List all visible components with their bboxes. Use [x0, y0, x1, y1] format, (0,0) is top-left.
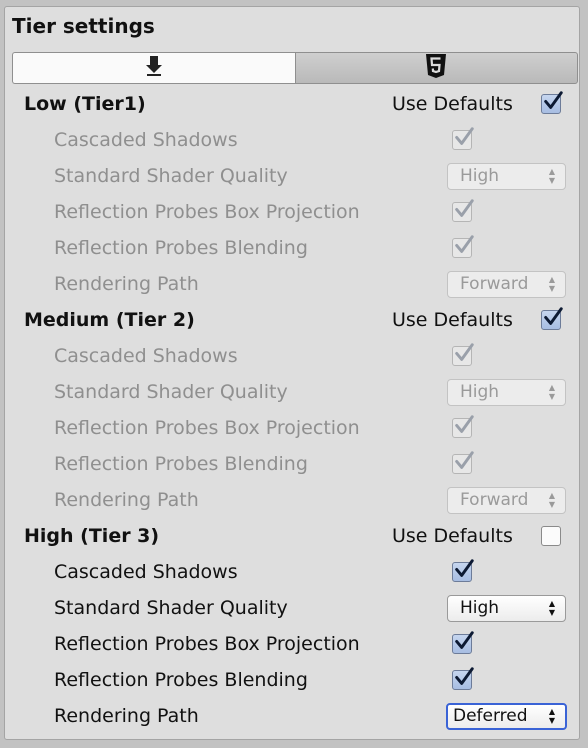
setting-row-rendering-path: Rendering Path Forward ▲ ▼: [0, 266, 576, 302]
updown-arrows-icon: ▲ ▼: [548, 275, 555, 293]
setting-label: Reflection Probes Blending: [54, 453, 308, 475]
box-projection-checkbox[interactable]: [450, 630, 475, 656]
checkmark-icon: [450, 342, 475, 368]
setting-label: Standard Shader Quality: [54, 381, 288, 403]
setting-row-box-projection: Reflection Probes Box Projection: [0, 194, 576, 230]
select-value: High: [460, 598, 500, 618]
setting-row-blending: Reflection Probes Blending: [0, 230, 576, 266]
blending-checkbox[interactable]: [450, 234, 475, 260]
platform-tabs: [12, 52, 578, 84]
setting-row-rendering-path: Rendering Path Forward ▲ ▼: [0, 482, 576, 518]
tier-header: Low (Tier1) Use Defaults: [0, 86, 576, 122]
rendering-path-select[interactable]: Forward ▲ ▼: [447, 270, 566, 298]
use-defaults-label: Use Defaults: [392, 309, 513, 331]
tier-header: Medium (Tier 2) Use Defaults: [0, 302, 576, 338]
tier-name: High (Tier 3): [24, 525, 160, 547]
panel-title: Tier settings: [12, 14, 155, 38]
select-value: High: [460, 382, 500, 402]
setting-label: Rendering Path: [54, 705, 199, 727]
updown-arrows-icon: ▲ ▼: [548, 167, 555, 185]
checkmark-icon: [450, 666, 475, 692]
setting-label: Cascaded Shadows: [54, 129, 238, 151]
box-projection-checkbox[interactable]: [450, 198, 475, 224]
setting-row-box-projection: Reflection Probes Box Projection: [0, 626, 576, 662]
tab-standalone[interactable]: [12, 52, 295, 84]
box-projection-checkbox[interactable]: [450, 414, 475, 440]
checkmark-icon: [539, 90, 564, 116]
updown-arrows-icon: ▲ ▼: [548, 383, 555, 401]
setting-row-blending: Reflection Probes Blending: [0, 446, 576, 482]
cascaded-shadows-checkbox[interactable]: [450, 342, 475, 368]
rendering-path-select[interactable]: Deferred ▲ ▼: [446, 702, 567, 730]
setting-label: Rendering Path: [54, 489, 199, 511]
setting-row-box-projection: Reflection Probes Box Projection: [0, 410, 576, 446]
updown-arrows-icon: ▲ ▼: [548, 707, 555, 725]
setting-row-cascaded-shadows: Cascaded Shadows: [0, 338, 576, 374]
setting-label: Reflection Probes Box Projection: [54, 201, 360, 223]
html5-icon: [425, 53, 447, 83]
use-defaults-checkbox[interactable]: [539, 90, 564, 116]
tab-webgl[interactable]: [294, 52, 578, 84]
setting-row-rendering-path: Rendering Path Deferred ▲ ▼: [0, 698, 576, 734]
setting-row-shader-quality: Standard Shader Quality High ▲ ▼: [0, 374, 576, 410]
setting-row-shader-quality: Standard Shader Quality High ▲ ▼: [0, 158, 576, 194]
select-value: Forward: [460, 274, 529, 294]
shader-quality-select[interactable]: High ▲ ▼: [447, 162, 566, 190]
tier-header: High (Tier 3) Use Defaults: [0, 518, 576, 554]
use-defaults-label: Use Defaults: [392, 525, 513, 547]
blending-checkbox[interactable]: [450, 666, 475, 692]
setting-label: Rendering Path: [54, 273, 199, 295]
setting-label: Reflection Probes Box Projection: [54, 633, 360, 655]
setting-label: Reflection Probes Blending: [54, 669, 308, 691]
use-defaults-checkbox[interactable]: [541, 526, 561, 546]
checkmark-icon: [450, 126, 475, 152]
setting-row-shader-quality: Standard Shader Quality High ▲ ▼: [0, 590, 576, 626]
shader-quality-select[interactable]: High ▲ ▼: [447, 594, 566, 622]
checkmark-icon: [539, 306, 564, 332]
setting-label: Cascaded Shadows: [54, 345, 238, 367]
select-value: High: [460, 166, 500, 186]
updown-arrows-icon: ▲ ▼: [548, 491, 555, 509]
setting-label: Cascaded Shadows: [54, 561, 238, 583]
setting-row-blending: Reflection Probes Blending: [0, 662, 576, 698]
checkmark-icon: [450, 414, 475, 440]
rendering-path-select[interactable]: Forward ▲ ▼: [447, 486, 566, 514]
cascaded-shadows-checkbox[interactable]: [450, 126, 475, 152]
checkmark-icon: [450, 630, 475, 656]
setting-label: Reflection Probes Blending: [54, 237, 308, 259]
setting-row-cascaded-shadows: Cascaded Shadows: [0, 122, 576, 158]
select-value: Forward: [460, 490, 529, 510]
use-defaults-label: Use Defaults: [392, 93, 513, 115]
download-icon: [144, 55, 164, 81]
tier-name: Medium (Tier 2): [24, 309, 195, 331]
checkmark-icon: [450, 450, 475, 476]
shader-quality-select[interactable]: High ▲ ▼: [447, 378, 566, 406]
select-value: Deferred: [453, 706, 528, 726]
checkmark-icon: [450, 558, 475, 584]
setting-label: Reflection Probes Box Projection: [54, 417, 360, 439]
checkmark-icon: [450, 234, 475, 260]
checkmark-icon: [450, 198, 475, 224]
use-defaults-checkbox[interactable]: [539, 306, 564, 332]
blending-checkbox[interactable]: [450, 450, 475, 476]
setting-row-cascaded-shadows: Cascaded Shadows: [0, 554, 576, 590]
setting-label: Standard Shader Quality: [54, 597, 288, 619]
updown-arrows-icon: ▲ ▼: [548, 599, 555, 617]
setting-label: Standard Shader Quality: [54, 165, 288, 187]
tier-name: Low (Tier1): [24, 93, 146, 115]
cascaded-shadows-checkbox[interactable]: [450, 558, 475, 584]
